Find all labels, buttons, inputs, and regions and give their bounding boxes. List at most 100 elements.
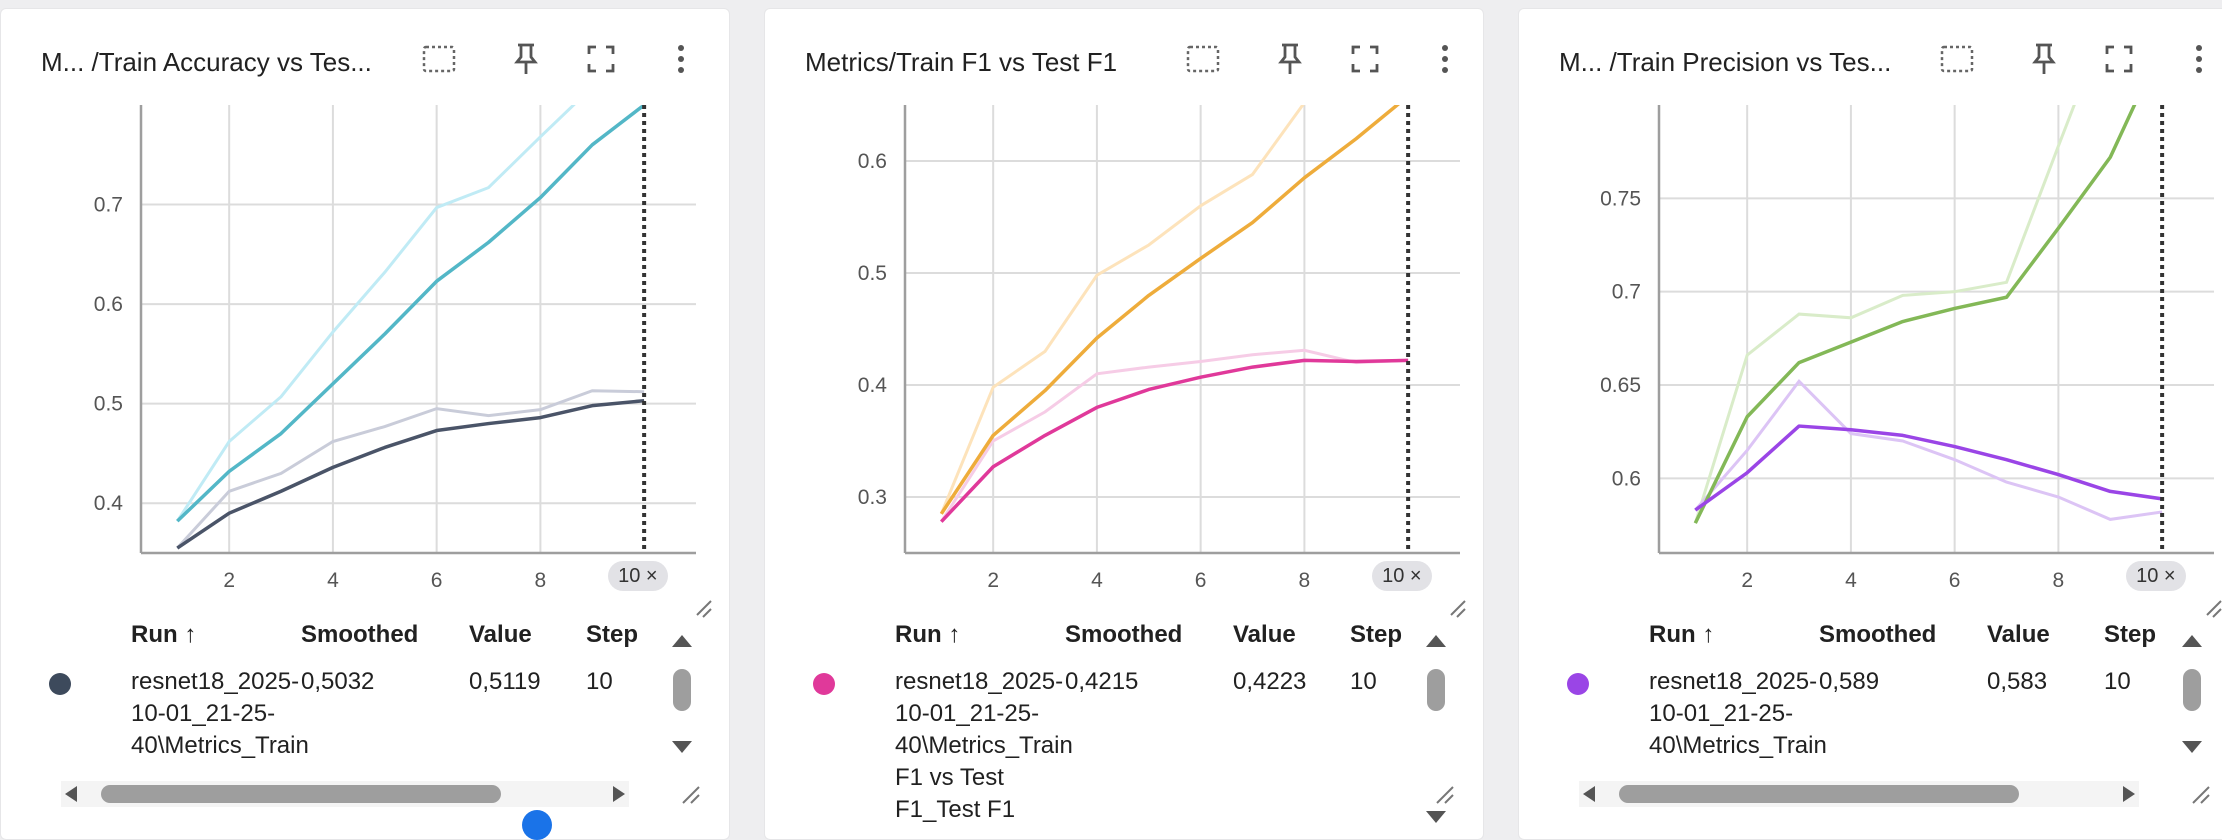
y-tick-label: 0.5 [94,393,123,416]
table-resize-icon[interactable] [1431,781,1457,812]
table-vertical-scrollbar[interactable] [2179,629,2205,759]
x-tick-label: 4 [327,569,339,592]
y-tick-label: 0.4 [94,492,124,515]
smoothed-series-line-1 [1693,105,2137,524]
column-header-value[interactable]: Value [1233,621,1296,649]
pin-icon[interactable] [1270,39,1310,79]
x-tick-label: 4 [1845,569,1857,592]
scrollbar-thumb[interactable] [101,785,501,803]
x-tick-label: 8 [535,569,547,592]
raw-series-line-1 [939,105,1305,515]
fullscreen-icon[interactable] [2099,39,2139,79]
table-resize-icon[interactable] [2187,781,2213,812]
card-header: M... /Train Precision vs Tes... [1519,9,2222,105]
run-name-line: 10-01_21-25- [1649,700,1794,727]
smoothed-series-line-2 [176,398,645,550]
column-header-smoothed[interactable]: Smoothed [1819,621,1936,649]
smoothed-series-line-1 [176,105,646,523]
fit-domain-icon[interactable] [419,39,459,79]
cell-smoothed: 0,589 [1819,668,1880,695]
card-title: M... /Train Precision vs Tes... [1559,47,1892,77]
column-header-run[interactable]: Run ↑ [1649,621,1714,649]
run-name-line: 40\Metrics_Train [131,732,309,759]
more-options-icon-glyph [1442,45,1448,73]
cell-value: 0,4223 [1233,668,1307,695]
resize-handle-icon[interactable] [1450,600,1466,618]
y-tick-label: 0.5 [858,262,887,285]
table-resize-icon[interactable] [677,781,703,812]
pin-icon[interactable] [2024,39,2064,79]
y-tick-label: 0.6 [858,150,887,173]
run-name-line: 40\Metrics_Train [1649,732,1827,759]
x-tick-label: 2 [1741,569,1753,592]
step-badge[interactable]: 10 × [1372,561,1432,591]
column-header-step[interactable]: Step [1350,621,1402,649]
pin-icon-glyph [2032,43,2056,74]
column-header-smoothed[interactable]: Smoothed [301,621,418,649]
card-title: Metrics/Train F1 vs Test F1 [805,47,1118,77]
step-badge[interactable]: 10 × [608,561,668,591]
y-tick-label: 0.6 [94,293,123,316]
run-color-dot [49,673,71,695]
raw-series-line-2 [176,389,645,550]
pin-icon-glyph [514,43,538,74]
run-name-line: F1_Test F1 [895,796,1016,823]
column-header-value[interactable]: Value [469,621,532,649]
step-badge[interactable]: 10 × [2126,561,2186,591]
x-tick-label: 2 [987,569,999,592]
raw-series-line-2 [1694,378,2163,521]
more-options-icon[interactable] [2179,39,2219,79]
more-options-icon-glyph [2196,45,2202,73]
cell-step: 10 [1350,668,1377,695]
fullscreen-icon[interactable] [581,39,621,79]
x-tick-label: 8 [1299,569,1311,592]
cell-smoothed: 0,5032 [301,668,375,695]
smoothed-series-line-1 [939,105,1400,515]
more-options-icon[interactable] [661,39,701,79]
run-name-line: F1 vs Test [895,764,1004,791]
table-horizontal-scrollbar[interactable] [1579,781,2139,807]
column-header-smoothed[interactable]: Smoothed [1065,621,1182,649]
y-tick-label: 0.75 [1600,187,1641,210]
y-tick-label: 0.65 [1600,374,1641,397]
line-chart[interactable]: 0.3 0.4 0.5 0.6 2 4 6 8 [765,105,1483,625]
fullscreen-icon-glyph [587,45,615,73]
more-options-icon[interactable] [1425,39,1465,79]
table-vertical-scrollbar[interactable] [669,629,695,759]
column-header-run[interactable]: Run ↑ [131,621,196,649]
run-color-dot [1567,673,1589,695]
card-header: Metrics/Train F1 vs Test F1 [765,9,1483,105]
fullscreen-icon[interactable] [1345,39,1385,79]
fit-domain-icon[interactable] [1183,39,1223,79]
floating-indicator-dot [522,810,552,840]
pin-icon[interactable] [506,39,546,79]
y-tick-label: 0.6 [1612,467,1641,490]
resize-handle-icon[interactable] [696,600,712,618]
chart-card-precision: M... /Train Precision vs Tes... 0.6 0.65 0.… [1518,8,2222,840]
line-chart[interactable]: 0.4 0.5 0.6 0.7 2 4 6 8 [1,105,729,625]
table-horizontal-scrollbar[interactable] [61,781,629,807]
column-header-step[interactable]: Step [2104,621,2156,649]
chart-card-f1: Metrics/Train F1 vs Test F1 0.3 0.4 0.5 0.6 2… [764,8,1484,840]
fit-domain-icon-glyph [422,45,456,73]
column-header-value[interactable]: Value [1987,621,2050,649]
card-title: M... /Train Accuracy vs Tes... [41,47,372,77]
more-options-icon-glyph [678,45,684,73]
y-tick-label: 0.7 [94,194,123,217]
y-tick-label: 0.3 [858,486,887,509]
cell-value: 0,583 [1987,668,2048,695]
x-tick-label: 8 [2053,569,2065,592]
column-header-step[interactable]: Step [586,621,638,649]
line-chart[interactable]: 0.6 0.65 0.7 0.75 2 4 6 8 [1519,105,2222,625]
cell-step: 10 [586,668,613,695]
resize-handle-icon[interactable] [2206,600,2222,618]
x-tick-label: 6 [431,569,443,592]
x-tick-label: 6 [1195,569,1207,592]
column-header-run[interactable]: Run ↑ [895,621,960,649]
cell-value: 0,5119 [469,668,541,695]
run-name-line: 40\Metrics_Train [895,732,1073,759]
fit-domain-icon[interactable] [1937,39,1977,79]
pin-icon-glyph [1278,43,1302,74]
y-tick-label: 0.4 [858,374,888,397]
scrollbar-thumb[interactable] [1619,785,2019,803]
